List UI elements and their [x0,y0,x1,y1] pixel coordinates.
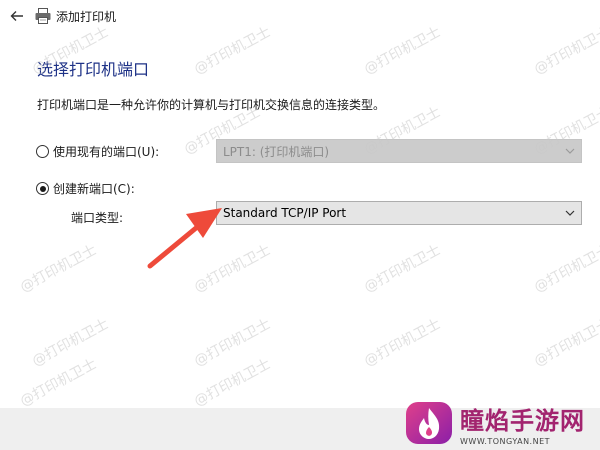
new-port-label: 创建新端口(C): [53,182,135,196]
new-port-radio[interactable] [36,182,49,195]
existing-port-dropdown-value: LPT1: (打印机端口) [223,144,330,159]
existing-port-label: 使用现有的端口(U): [53,145,160,159]
brand-name: 瞳焰手游网 [460,406,585,435]
watermark: @打印机卫士 [191,316,274,370]
existing-port-radio[interactable] [36,145,49,158]
port-type-label: 端口类型: [71,211,124,225]
existing-port-dropdown: LPT1: (打印机端口) [216,139,582,163]
watermark: @打印机卫士 [191,356,274,410]
watermark: @打印机卫士 [531,316,600,370]
brand-url: WWW.TONGYAN.NET [460,436,551,446]
chevron-down-icon [565,148,575,154]
watermark: @打印机卫士 [191,242,274,296]
flame-logo-icon [406,402,452,444]
brand-logo-block: 瞳焰手游网 WWW.TONGYAN.NET [404,398,596,448]
port-type-dropdown[interactable]: Standard TCP/IP Port [216,201,582,225]
watermark: @打印机卫士 [531,242,600,296]
title-bar: 添加打印机 [0,0,600,32]
port-type-dropdown-value: Standard TCP/IP Port [223,206,347,220]
existing-port-option[interactable]: 使用现有的端口(U): [36,143,159,160]
page-title: 选择打印机端口 [37,60,150,79]
watermark: @打印机卫士 [17,242,100,296]
watermark: @打印机卫士 [29,316,112,370]
chevron-down-icon [565,210,575,216]
back-button[interactable] [6,6,28,26]
window-title: 添加打印机 [56,10,117,24]
watermark: @打印机卫士 [17,356,100,410]
watermark: @打印机卫士 [361,242,444,296]
back-arrow-icon [10,11,23,21]
printer-icon [35,8,51,24]
new-port-option[interactable]: 创建新端口(C): [36,180,135,197]
watermark: @打印机卫士 [361,316,444,370]
page-description: 打印机端口是一种允许你的计算机与打印机交换信息的连接类型。 [37,98,386,112]
